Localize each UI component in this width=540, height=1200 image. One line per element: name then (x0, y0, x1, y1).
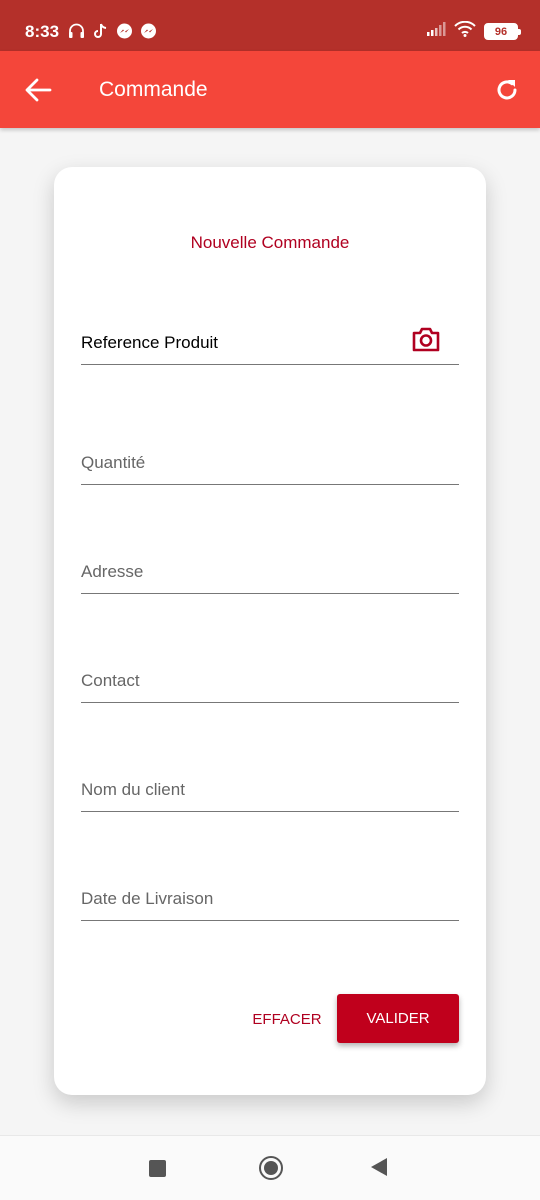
navigation-bar (0, 1135, 540, 1200)
form-title: Nouvelle Commande (190, 233, 350, 252)
page-title: Commande (99, 78, 208, 101)
quantity-input[interactable] (81, 445, 459, 481)
reference-input[interactable] (81, 325, 459, 361)
contact-field[interactable] (81, 663, 459, 703)
battery-icon: 96 (484, 23, 521, 40)
back-arrow-icon[interactable] (24, 77, 52, 103)
submit-button[interactable]: VALIDER (337, 994, 459, 1043)
address-field[interactable] (81, 554, 459, 594)
headphones-icon (67, 22, 85, 40)
status-bar: 8:33 96 (0, 0, 540, 51)
recents-button[interactable] (149, 1160, 166, 1177)
reference-field[interactable] (81, 325, 459, 365)
delivery-date-input[interactable] (81, 881, 459, 917)
status-icons-right: 96 (426, 20, 521, 42)
contact-input[interactable] (81, 663, 459, 699)
refresh-icon[interactable] (494, 77, 520, 103)
app-bar: Commande (0, 51, 540, 128)
signal-icon (426, 22, 446, 41)
messenger-icon (139, 22, 157, 40)
home-button[interactable] (259, 1156, 283, 1180)
back-button[interactable] (371, 1158, 387, 1176)
messenger-icon (115, 22, 133, 40)
tiktok-icon (91, 22, 109, 40)
clear-button[interactable]: EFFACER (232, 999, 342, 1039)
client-name-field[interactable] (81, 772, 459, 812)
order-form-card: Nouvelle Commande EFFACER VALIDER (54, 167, 486, 1095)
camera-icon[interactable] (411, 325, 441, 353)
status-icons-left (67, 22, 157, 40)
quantity-field[interactable] (81, 445, 459, 485)
wifi-icon (454, 20, 476, 42)
address-input[interactable] (81, 554, 459, 590)
delivery-date-field[interactable] (81, 881, 459, 921)
client-name-input[interactable] (81, 772, 459, 808)
status-time: 8:33 (25, 22, 60, 41)
